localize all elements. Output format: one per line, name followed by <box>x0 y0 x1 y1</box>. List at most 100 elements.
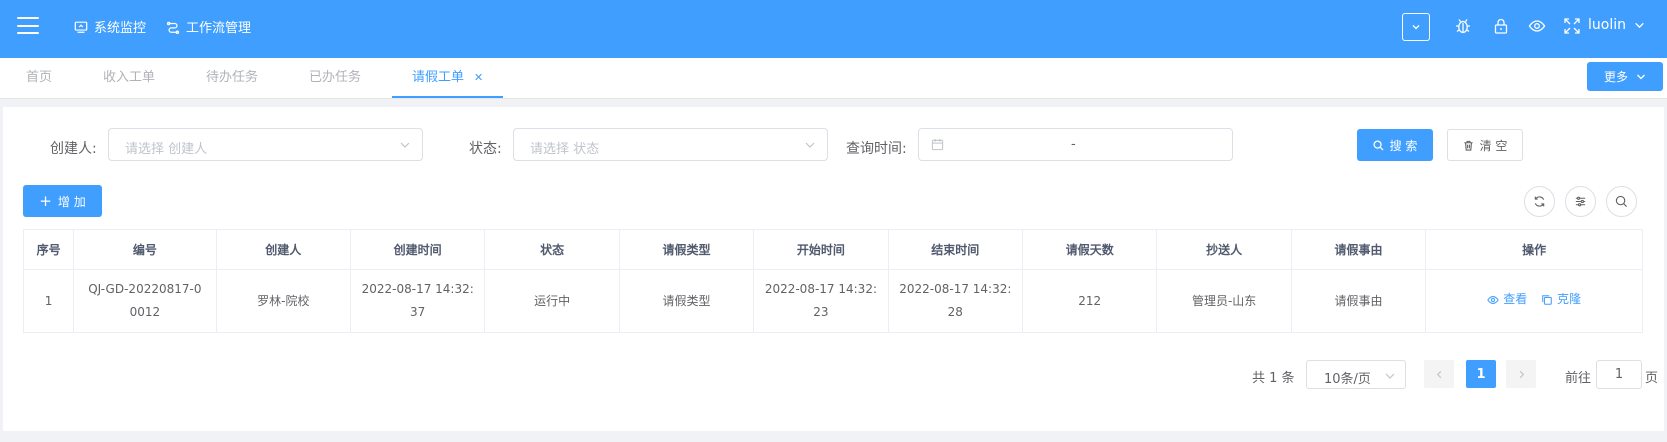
leave-orders-table: 序号 编号 创建人 创建时间 状态 请假类型 开始时间 结束时间 请假天数 抄送… <box>22 229 1643 333</box>
nav-label: 系统监控 <box>94 21 147 36</box>
add-button[interactable]: + 增 加 <box>23 185 102 217</box>
tab-label: 首页 <box>26 70 53 85</box>
close-tab-icon[interactable]: ✕ <box>474 71 483 84</box>
cell-actions: 查看 克隆 <box>1425 269 1643 333</box>
workflow-icon <box>166 21 180 34</box>
eye-icon <box>1487 295 1499 304</box>
page-number-current[interactable]: 1 <box>1466 360 1496 388</box>
fullscreen-icon[interactable] <box>1563 17 1581 35</box>
cell-index: 1 <box>22 269 75 333</box>
clear-button[interactable]: 清 空 <box>1447 129 1523 161</box>
tab-label: 待办任务 <box>206 70 259 85</box>
table-row: 1 QJ-GD-20220817-0 0012 罗林-院校 2022-08-17… <box>22 269 1643 333</box>
cell-leave-days: 212 <box>1022 269 1158 333</box>
tabs-bar: 首页 收入工单 待办任务 已办任务 请假工单 ✕ 更多 <box>0 58 1667 99</box>
column-header: 编号 <box>73 229 217 270</box>
pagination-total: 共 1 条 <box>1252 371 1295 386</box>
tab-done-tasks[interactable]: 已办任务 <box>309 58 361 98</box>
column-header: 创建时间 <box>349 229 486 270</box>
cell-leave-type: 请假类型 <box>618 269 755 333</box>
column-header: 请假天数 <box>1022 229 1158 270</box>
cell-creator: 罗林-院校 <box>215 269 351 333</box>
date-range-separator: - <box>1071 137 1076 152</box>
page-size-select[interactable]: 10条/页 <box>1306 360 1406 389</box>
clone-link[interactable]: 克隆 <box>1541 288 1581 311</box>
search-icon <box>1373 139 1384 151</box>
status-select[interactable]: 请选择 状态 <box>513 128 828 161</box>
more-tabs-button[interactable]: 更多 <box>1587 62 1663 91</box>
chevron-down-icon <box>1412 25 1420 30</box>
chevron-down-icon <box>1637 74 1645 79</box>
column-header: 请假类型 <box>618 229 755 270</box>
chevron-down-icon <box>400 142 410 148</box>
nav-system-monitor[interactable]: 系统监控 <box>74 17 146 36</box>
lock-icon[interactable] <box>1492 17 1510 35</box>
clone-label: 克隆 <box>1557 292 1582 307</box>
trash-icon <box>1463 140 1473 151</box>
column-header: 序号 <box>22 229 75 270</box>
refresh-icon <box>1534 196 1545 207</box>
tab-label: 请假工单 <box>412 70 465 85</box>
nav-workflow-management[interactable]: 工作流管理 <box>166 17 251 36</box>
column-header: 结束时间 <box>887 229 1024 270</box>
clear-label: 清 空 <box>1479 138 1508 153</box>
cell-status: 运行中 <box>484 269 620 333</box>
date-range-picker[interactable]: - <box>918 128 1233 161</box>
search-button[interactable]: 搜 索 <box>1357 129 1433 161</box>
calendar-icon <box>931 138 944 151</box>
more-label: 更多 <box>1603 70 1628 84</box>
tab-leave-orders[interactable]: 请假工单 ✕ <box>392 58 504 98</box>
plus-icon: + <box>39 191 52 210</box>
goto-page-input[interactable]: 1 <box>1596 360 1642 389</box>
search-label: 搜 索 <box>1389 138 1418 153</box>
page-suffix-label: 页 <box>1645 371 1659 386</box>
chevron-down-icon <box>805 142 815 148</box>
view-link[interactable]: 查看 <box>1487 288 1527 311</box>
cell-created-time: 2022-08-17 14:32: 37 <box>349 269 486 333</box>
column-header: 操作 <box>1425 229 1643 270</box>
toggle-search-button[interactable] <box>1606 186 1637 217</box>
nav-label: 工作流管理 <box>186 21 252 36</box>
tab-label: 已办任务 <box>309 70 362 85</box>
eye-icon[interactable] <box>1528 17 1546 35</box>
tab-income-orders[interactable]: 收入工单 <box>103 58 155 98</box>
hamburger-menu-icon[interactable] <box>17 17 39 34</box>
user-menu[interactable]: luolin <box>1588 17 1645 33</box>
cell-end-time: 2022-08-17 14:32: 28 <box>887 269 1024 333</box>
column-settings-button[interactable] <box>1565 186 1596 217</box>
top-header: 系统监控 工作流管理 luolin <box>0 0 1667 58</box>
column-header: 开始时间 <box>753 229 889 270</box>
bug-icon[interactable] <box>1454 17 1472 35</box>
creator-label: 创建人: <box>50 141 97 157</box>
query-time-label: 查询时间: <box>846 141 907 157</box>
table-header-row: 序号 编号 创建人 创建时间 状态 请假类型 开始时间 结束时间 请假天数 抄送… <box>22 229 1643 270</box>
tab-label: 收入工单 <box>103 70 156 85</box>
cell-reason: 请假事由 <box>1290 269 1427 333</box>
prev-page-button[interactable] <box>1424 360 1454 388</box>
creator-placeholder: 请选择 创建人 <box>125 142 208 157</box>
column-header: 请假事由 <box>1290 229 1427 270</box>
goto-label: 前往 <box>1565 371 1592 386</box>
chevron-down-icon <box>1385 373 1395 379</box>
cell-start-time: 2022-08-17 14:32: 23 <box>753 269 889 333</box>
dropdown-toggle[interactable] <box>1402 13 1430 41</box>
page-size-value: 10条/页 <box>1324 372 1371 387</box>
creator-select[interactable]: 请选择 创建人 <box>108 128 423 161</box>
cell-cc: 管理员-山东 <box>1156 269 1292 333</box>
add-label: 增 加 <box>57 194 86 209</box>
view-label: 查看 <box>1503 292 1528 307</box>
monitor-icon <box>74 21 88 33</box>
status-placeholder: 请选择 状态 <box>530 142 600 157</box>
column-header: 抄送人 <box>1156 229 1292 270</box>
status-label: 状态: <box>469 141 502 157</box>
chevron-left-icon <box>1436 370 1441 378</box>
tab-home[interactable]: 首页 <box>26 58 52 98</box>
next-page-button[interactable] <box>1506 360 1536 388</box>
top-nav: 系统监控 工作流管理 <box>74 17 251 36</box>
refresh-button[interactable] <box>1524 186 1555 217</box>
chevron-down-icon <box>1635 22 1644 28</box>
tab-todo-tasks[interactable]: 待办任务 <box>206 58 258 98</box>
sliders-icon <box>1575 196 1586 207</box>
column-header: 创建人 <box>215 229 351 270</box>
copy-icon <box>1542 294 1552 305</box>
